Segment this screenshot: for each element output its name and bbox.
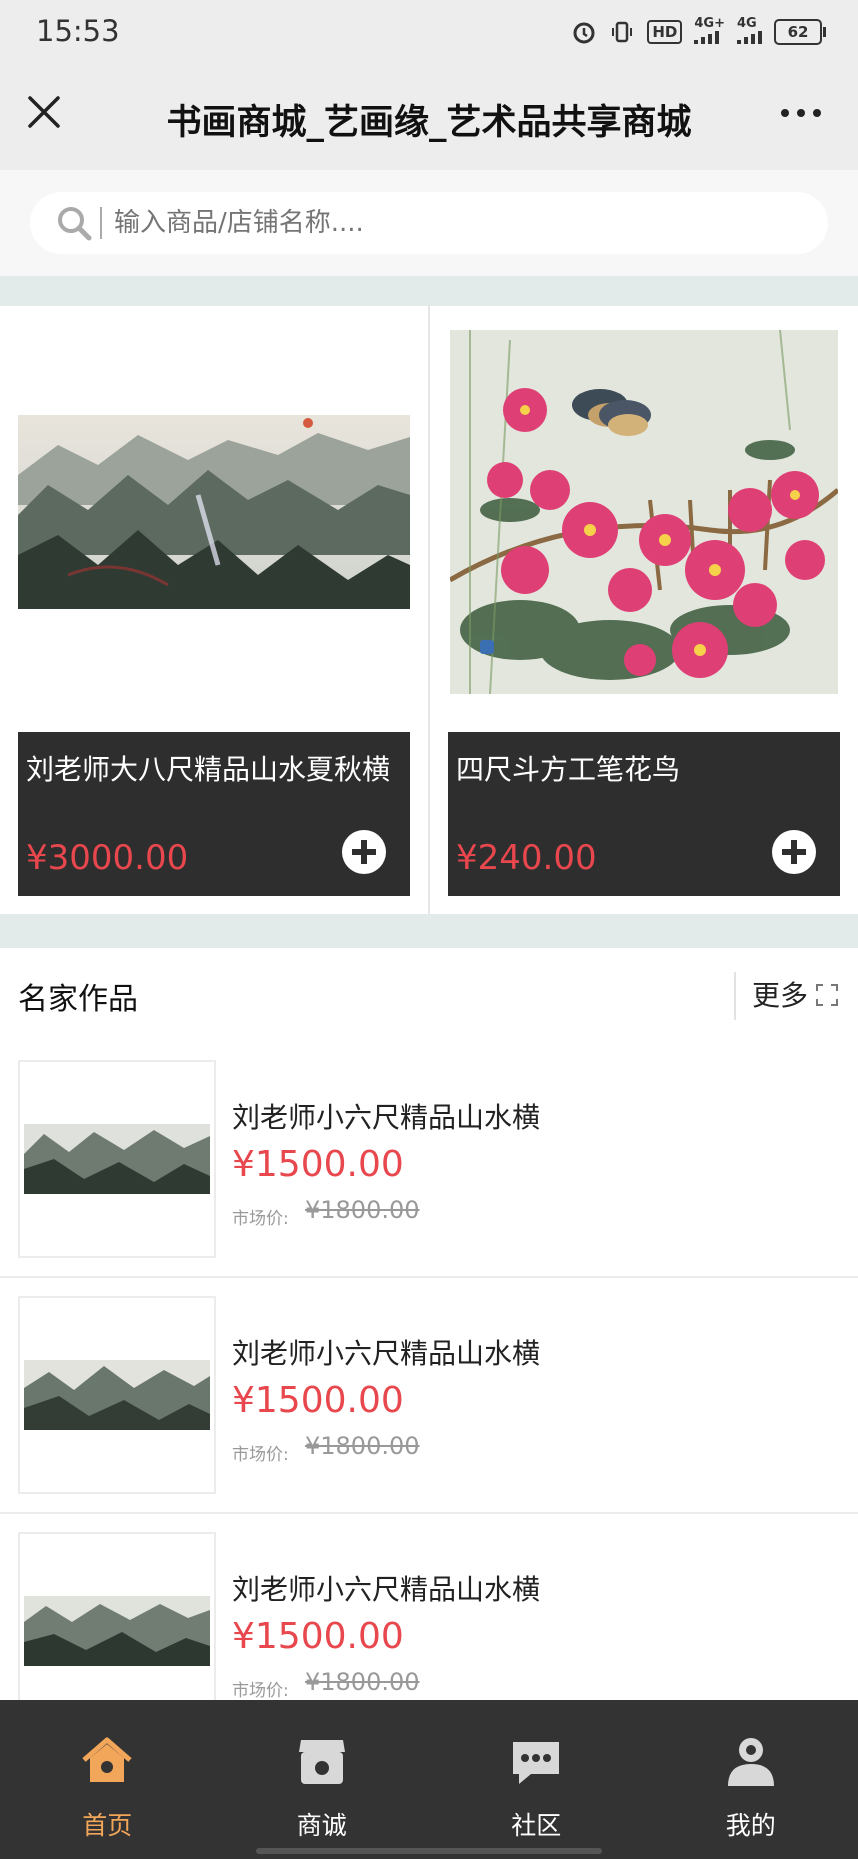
more-options-icon[interactable] bbox=[776, 98, 826, 128]
product-thumbnail[interactable] bbox=[18, 1296, 216, 1494]
product-name: 刘老师小六尺精品山水横 bbox=[232, 1573, 541, 1606]
market-price: ¥1800.00 bbox=[305, 1432, 420, 1460]
product-price: ¥3000.00 bbox=[26, 838, 189, 878]
product-price: ¥1500.00 bbox=[232, 1616, 404, 1657]
product-info: 四尺斗方工笔花鸟 ¥240.00 bbox=[448, 732, 840, 896]
product-card[interactable]: 刘老师大八尺精品山水夏秋横 ¥3000.00 bbox=[0, 306, 428, 914]
user-icon bbox=[724, 1734, 778, 1788]
product-price: ¥1500.00 bbox=[232, 1380, 404, 1421]
divider-band bbox=[0, 914, 858, 948]
featured-products: 刘老师大八尺精品山水夏秋横 ¥3000.00 四尺斗方工笔花鸟 ¥240.00 bbox=[0, 306, 858, 914]
shop-icon bbox=[295, 1734, 349, 1788]
network-1-label: 4G+ bbox=[694, 16, 725, 31]
landscape-painting-image[interactable] bbox=[18, 324, 410, 700]
clock: 15:53 bbox=[36, 14, 120, 48]
network-2-label: 4G bbox=[737, 16, 757, 31]
market-price-label: 市场价: bbox=[232, 1445, 289, 1465]
expand-icon[interactable] bbox=[816, 984, 838, 1006]
tab-label: 商诚 bbox=[296, 1811, 347, 1840]
tab-home[interactable]: 首页 bbox=[0, 1700, 215, 1859]
product-name: 刘老师小六尺精品山水横 bbox=[232, 1337, 541, 1370]
vibrate-icon bbox=[609, 18, 635, 46]
product-card[interactable]: 四尺斗方工笔花鸟 ¥240.00 bbox=[428, 306, 858, 914]
market-price: ¥1800.00 bbox=[305, 1196, 420, 1224]
text-caret bbox=[100, 207, 102, 239]
list-item[interactable]: 刘老师小六尺精品山水横 ¥1500.00 市场价: ¥1800.00 bbox=[0, 1278, 858, 1514]
bottom-nav: 首页 商诚 社区 我的 bbox=[0, 1700, 858, 1859]
flower-bird-painting-image[interactable] bbox=[448, 324, 840, 700]
header-divider bbox=[734, 972, 736, 1020]
more-link[interactable]: 更多 bbox=[752, 974, 808, 1014]
product-price: ¥1500.00 bbox=[232, 1144, 404, 1185]
home-icon bbox=[80, 1734, 134, 1788]
section-title: 名家作品 bbox=[18, 982, 138, 1017]
product-thumbnail[interactable] bbox=[18, 1532, 216, 1702]
search-area bbox=[0, 170, 858, 276]
tab-label: 首页 bbox=[82, 1811, 133, 1840]
add-to-cart-icon[interactable] bbox=[772, 830, 816, 874]
tab-community[interactable]: 社区 bbox=[429, 1700, 644, 1859]
status-bar: 15:53 HD 4G+ 4G 62 bbox=[0, 0, 858, 66]
product-thumbnail[interactable] bbox=[18, 1060, 216, 1258]
tab-label: 社区 bbox=[511, 1811, 562, 1840]
signal-2: 4G bbox=[737, 16, 762, 46]
search-input[interactable] bbox=[112, 207, 716, 239]
product-info: 刘老师大八尺精品山水夏秋横 ¥3000.00 bbox=[18, 732, 410, 896]
search-box[interactable] bbox=[30, 192, 828, 254]
product-name[interactable]: 四尺斗方工笔花鸟 bbox=[456, 754, 830, 786]
search-icon bbox=[54, 203, 94, 243]
section-header: 名家作品 更多 bbox=[0, 948, 858, 1044]
market-price-label: 市场价: bbox=[232, 1209, 289, 1229]
list-item[interactable]: 刘老师小六尺精品山水横 ¥1500.00 市场价: ¥1800.00 bbox=[0, 1042, 858, 1278]
signal-1: 4G+ bbox=[694, 16, 725, 46]
market-price: ¥1800.00 bbox=[305, 1668, 420, 1696]
product-list: 刘老师小六尺精品山水横 ¥1500.00 市场价: ¥1800.00 刘老师小六… bbox=[0, 1042, 858, 1702]
title-bar: 书画商城_艺画缘_艺术品共享商城 bbox=[0, 66, 858, 170]
battery-icon: 62 bbox=[774, 19, 826, 45]
home-indicator bbox=[256, 1848, 602, 1854]
product-price: ¥240.00 bbox=[456, 838, 597, 878]
alarm-icon bbox=[571, 18, 597, 46]
divider-band bbox=[0, 276, 858, 306]
tab-shop[interactable]: 商诚 bbox=[215, 1700, 430, 1859]
close-icon[interactable] bbox=[22, 90, 66, 134]
hd-icon: HD bbox=[647, 20, 683, 44]
tab-label: 我的 bbox=[725, 1811, 776, 1840]
product-name[interactable]: 刘老师大八尺精品山水夏秋横 bbox=[26, 754, 400, 786]
add-to-cart-icon[interactable] bbox=[342, 830, 386, 874]
page-title: 书画商城_艺画缘_艺术品共享商城 bbox=[166, 103, 692, 143]
market-price-label: 市场价: bbox=[232, 1681, 289, 1701]
chat-icon bbox=[509, 1734, 563, 1788]
tab-profile[interactable]: 我的 bbox=[644, 1700, 858, 1859]
list-item[interactable]: 刘老师小六尺精品山水横 ¥1500.00 市场价: ¥1800.00 bbox=[0, 1514, 858, 1702]
status-icons: HD 4G+ 4G 62 bbox=[571, 16, 826, 46]
product-name: 刘老师小六尺精品山水横 bbox=[232, 1101, 541, 1134]
